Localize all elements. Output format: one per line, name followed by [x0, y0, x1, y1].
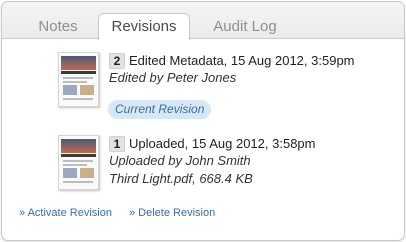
- thumbnail-image-block: [63, 168, 77, 178]
- revisions-panel: Notes Revisions Audit Log 2 Edited Metada…: [1, 1, 405, 241]
- revision-editor: Uploaded by John Smith: [109, 153, 251, 168]
- revision-title-row: 1 Uploaded, 15 Aug 2012, 3:58pm: [109, 135, 404, 152]
- tab-audit-log[interactable]: Audit Log: [194, 15, 296, 38]
- revision-title: Uploaded, 15 Aug 2012, 3:58pm: [129, 136, 316, 151]
- revision-number: 1: [109, 136, 125, 152]
- thumbnail-header-image: [61, 139, 96, 153]
- delete-revision-link[interactable]: » Delete Revision: [129, 207, 215, 219]
- thumbnail-nav-bar: [61, 71, 96, 74]
- current-revision-badge: Current Revision: [108, 100, 212, 119]
- thumbnail-text-line: [63, 81, 87, 83]
- thumbnail-image-block: [80, 85, 94, 95]
- revision-info: 1 Uploaded, 15 Aug 2012, 3:58pm Uploaded …: [109, 135, 404, 188]
- thumbnail-header-image: [61, 56, 96, 70]
- revision-title: Edited Metadata, 15 Aug 2012, 3:59pm: [129, 53, 355, 68]
- revision-actions: » Activate Revision » Delete Revision: [19, 207, 229, 219]
- thumbnail-image-block: [63, 85, 77, 95]
- revision-info: 2 Edited Metadata, 15 Aug 2012, 3:59pm Ed…: [109, 52, 404, 87]
- tab-bar: Notes Revisions Audit Log: [2, 2, 404, 40]
- thumbnail-text-line: [63, 160, 93, 162]
- thumbnail-text-line: [63, 164, 87, 166]
- thumbnail-image-block: [80, 168, 94, 178]
- activate-revision-link[interactable]: » Activate Revision: [19, 207, 112, 219]
- revision-thumbnail[interactable]: [58, 135, 99, 190]
- revisions-content: 2 Edited Metadata, 15 Aug 2012, 3:59pm Ed…: [2, 39, 404, 239]
- tab-revisions[interactable]: Revisions: [98, 13, 190, 40]
- tab-notes[interactable]: Notes: [20, 15, 96, 38]
- revision-thumbnail[interactable]: [58, 52, 99, 107]
- thumbnail-nav-bar: [61, 154, 96, 157]
- revision-editor: Edited by Peter Jones: [109, 70, 237, 85]
- thumbnail-text-line: [63, 77, 93, 79]
- revision-file-info: Third Light.pdf, 668.4 KB: [109, 171, 253, 186]
- revision-number: 2: [109, 53, 125, 69]
- thumbnail-text-line: [63, 181, 93, 183]
- revision-title-row: 2 Edited Metadata, 15 Aug 2012, 3:59pm: [109, 52, 404, 69]
- thumbnail-text-line: [63, 98, 93, 100]
